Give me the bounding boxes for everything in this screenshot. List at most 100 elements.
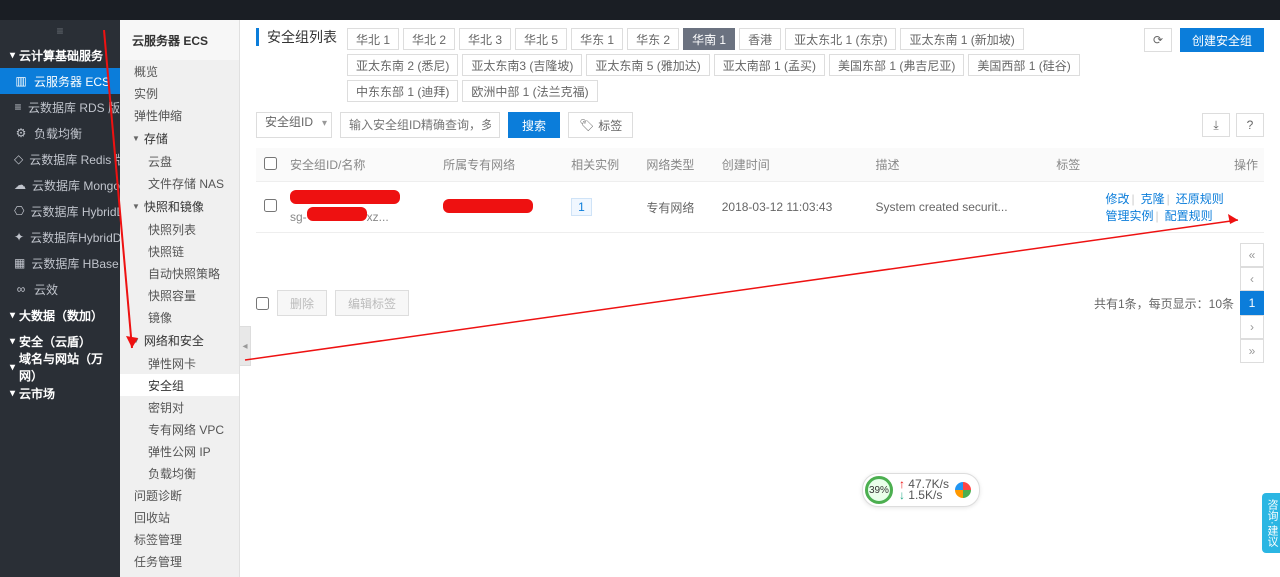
edit-tag-button[interactable]: 编辑标签 xyxy=(335,290,409,316)
region-tab[interactable]: 亚太东南 5 (雅加达) xyxy=(586,54,709,76)
submenu-group[interactable]: ▼网络和安全 xyxy=(120,328,239,352)
region-tab[interactable]: 亚太东南 1 (新加坡) xyxy=(900,28,1023,50)
feedback-tab[interactable]: 咨询·建议 xyxy=(1262,493,1280,553)
filter-field-select[interactable]: 安全组ID xyxy=(256,112,332,138)
cell-id: sg-xz... xyxy=(284,182,437,233)
region-tab[interactable]: 华北 1 xyxy=(347,28,399,50)
column-header: 相关实例 xyxy=(565,148,640,182)
action-clone[interactable]: 克隆 xyxy=(1141,192,1165,206)
sidebar-item[interactable]: ▦云数据库 HBase 版 xyxy=(0,250,120,276)
submenu-group[interactable]: ▼快照和镜像 xyxy=(120,194,239,218)
sidebar-item-label: 云数据库 MongoDB 版 xyxy=(32,177,120,194)
region-tab[interactable]: 华北 5 xyxy=(515,28,567,50)
tag-filter-button[interactable]: 🏷 标签 xyxy=(568,112,633,138)
search-input[interactable] xyxy=(340,112,500,138)
refresh-button[interactable]: ⟳ xyxy=(1144,28,1172,52)
service-icon: ✦ xyxy=(14,230,24,244)
action-modify[interactable]: 修改 xyxy=(1105,192,1129,206)
submenu-item[interactable]: 密钥对 xyxy=(120,396,239,418)
region-tab[interactable]: 美国西部 1 (硅谷) xyxy=(968,54,1079,76)
region-tab[interactable]: 香港 xyxy=(739,28,781,50)
region-tab[interactable]: 亚太南部 1 (孟买) xyxy=(714,54,825,76)
submenu-item[interactable]: 自动快照策略 xyxy=(120,262,239,284)
delete-button[interactable]: 删除 xyxy=(277,290,327,316)
submenu-item[interactable]: 安全组 xyxy=(120,374,239,396)
help-button[interactable]: ? xyxy=(1236,113,1264,137)
page-button[interactable]: › xyxy=(1240,315,1264,339)
sidebar-item[interactable]: ✦ 云数据库HybridDB for... xyxy=(0,224,120,250)
sidebar-item[interactable]: ∞云效 xyxy=(0,276,120,302)
region-tab[interactable]: 亚太东南3 (吉隆坡) xyxy=(462,54,582,76)
refresh-icon: ⟳ xyxy=(1153,33,1163,47)
export-button[interactable]: ⤓ xyxy=(1202,113,1230,137)
page-button[interactable]: ‹ xyxy=(1240,267,1264,291)
sidebar-item[interactable]: ☁云数据库 MongoDB 版 xyxy=(0,172,120,198)
sidebar-item-label: 云数据库HybridDB for... xyxy=(30,229,120,246)
submenu-item[interactable]: 弹性网卡 xyxy=(120,352,239,374)
submenu-item[interactable]: 文件存储 NAS xyxy=(120,172,239,194)
sidebar-group-header[interactable]: ▾域名与网站（万网） xyxy=(0,354,120,380)
service-icon: ≡ xyxy=(14,100,22,114)
submenu-item[interactable]: 实例 xyxy=(120,82,239,104)
create-security-group-button[interactable]: 创建安全组 xyxy=(1180,28,1264,52)
service-icon: ◇ xyxy=(14,152,23,166)
sidebar-group-label: 云市场 xyxy=(19,385,55,402)
sidebar-group-header[interactable]: ▾大数据（数加） xyxy=(0,302,120,328)
submenu-item[interactable]: 快照列表 xyxy=(120,218,239,240)
sidebar-item[interactable]: ◇云数据库 Redis 版 xyxy=(0,146,120,172)
sidebar-item-label: 云服务器 ECS xyxy=(34,73,110,90)
network-monitor-widget[interactable]: 39% ↑ 47.7K/s ↓ 1.5K/s xyxy=(862,473,980,507)
submenu-item[interactable]: 弹性伸缩 xyxy=(120,104,239,126)
service-icon: ⚙ xyxy=(14,126,28,140)
submenu-item[interactable]: 标签管理 xyxy=(120,528,239,550)
region-tab[interactable]: 亚太东北 1 (东京) xyxy=(785,28,896,50)
action-restore-rules[interactable]: 还原规则 xyxy=(1176,192,1224,206)
search-button[interactable]: 搜索 xyxy=(508,112,560,138)
sidebar-group-header[interactable]: ▾云计算基础服务 xyxy=(0,42,120,68)
region-tab[interactable]: 美国东部 1 (弗吉尼亚) xyxy=(829,54,964,76)
submenu-item[interactable]: 快照容量 xyxy=(120,284,239,306)
submenu-group[interactable]: ▼存储 xyxy=(120,126,239,150)
sidebar-group-label: 域名与网站（万网） xyxy=(19,350,110,384)
region-tab[interactable]: 欧洲中部 1 (法兰克福) xyxy=(462,80,597,102)
submenu-item[interactable]: 快照链 xyxy=(120,240,239,262)
submenu-item[interactable]: 专有网络 VPC xyxy=(120,418,239,440)
region-tab[interactable]: 华北 3 xyxy=(459,28,511,50)
submenu-item[interactable]: 镜像 xyxy=(120,306,239,328)
submenu-item[interactable]: 负载均衡 xyxy=(120,462,239,484)
page-button[interactable]: 1 xyxy=(1240,291,1264,315)
region-tab[interactable]: 华南 1 xyxy=(683,28,735,50)
sidebar-item[interactable]: ⚙负载均衡 xyxy=(0,120,120,146)
submenu-item[interactable]: 问题诊断 xyxy=(120,484,239,506)
submenu-item[interactable]: 回收站 xyxy=(120,506,239,528)
sidebar-item[interactable]: ▥云服务器 ECS xyxy=(0,68,120,94)
sidebar-item-label: 云效 xyxy=(34,281,58,298)
instance-count-badge[interactable]: 1 xyxy=(571,198,592,216)
region-tab[interactable]: 华东 1 xyxy=(571,28,623,50)
row-checkbox[interactable] xyxy=(264,199,277,212)
region-tab[interactable]: 华北 2 xyxy=(403,28,455,50)
action-config-rules[interactable]: 配置规则 xyxy=(1165,209,1213,223)
submenu-item[interactable]: 弹性公网 IP xyxy=(120,440,239,462)
sidebar-group-label: 安全（云盾） xyxy=(19,333,91,350)
cell-instances: 1 xyxy=(565,182,640,233)
collapse-sidebar-handle[interactable]: ◂ xyxy=(240,326,251,366)
sidebar-toggle-icon[interactable]: ≡ xyxy=(0,20,120,42)
submenu-item[interactable]: 任务管理 xyxy=(120,550,239,572)
sidebar-item[interactable]: ⎔云数据库 HybridDB fo... xyxy=(0,198,120,224)
action-manage-instances[interactable]: 管理实例 xyxy=(1105,209,1153,223)
select-all-footer-checkbox[interactable] xyxy=(256,297,269,310)
submenu-item[interactable]: 云盘 xyxy=(120,150,239,172)
filter-bar: 安全组ID 搜索 🏷 标签 ⤓ ? xyxy=(256,112,1264,138)
submenu-item[interactable]: 操作日志 xyxy=(120,572,239,577)
select-all-checkbox[interactable] xyxy=(264,157,277,170)
region-tab[interactable]: 华东 2 xyxy=(627,28,679,50)
region-tab[interactable]: 亚太东南 2 (悉尼) xyxy=(347,54,458,76)
sidebar-item-label: 云数据库 HybridDB fo... xyxy=(30,203,120,220)
page-button[interactable]: » xyxy=(1240,339,1264,363)
region-tab[interactable]: 中东东部 1 (迪拜) xyxy=(347,80,458,102)
page-button[interactable]: « xyxy=(1240,243,1264,267)
submenu-item[interactable]: 概览 xyxy=(120,60,239,82)
sidebar-item[interactable]: ≡云数据库 RDS 版 xyxy=(0,94,120,120)
column-header: 安全组ID/名称 xyxy=(284,148,437,182)
